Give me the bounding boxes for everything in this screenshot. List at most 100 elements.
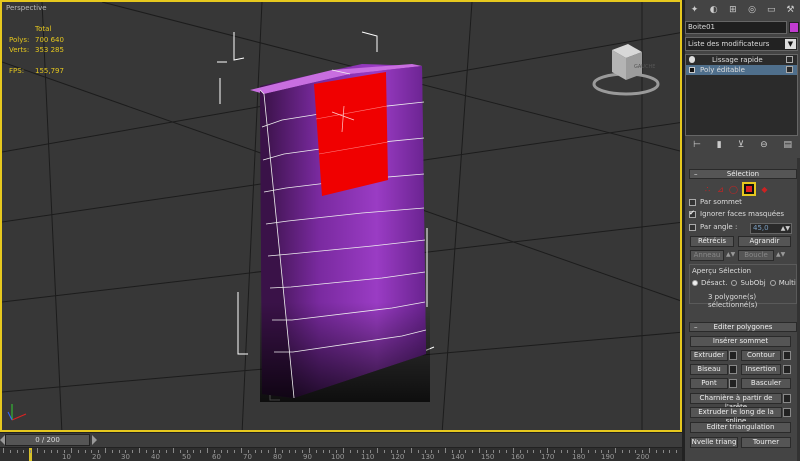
viewport-label[interactable]: Perspective (6, 4, 47, 12)
stats-label: Verts: (9, 46, 30, 54)
extrude-spline-settings-icon[interactable] (783, 408, 791, 417)
ruler-tick (91, 450, 93, 453)
bevel-settings-icon[interactable] (729, 365, 737, 374)
ruler-tick (77, 450, 79, 453)
loop-spinner-icon[interactable]: ▲▼ (776, 251, 785, 258)
ruler-tick (363, 450, 365, 453)
time-slider-bar: 0 / 200 (0, 432, 682, 447)
by-angle-label: Par angle : (700, 223, 738, 231)
preview-multi-label: Multi (778, 279, 796, 287)
ruler-tick (417, 450, 419, 453)
ruler-tick (343, 448, 344, 453)
bridge-button[interactable]: Pont (690, 378, 728, 389)
ring-spinner-icon[interactable]: ▲▼ (726, 251, 735, 258)
ruler-tick (621, 450, 623, 453)
perspective-viewport[interactable]: Perspective Total Polys: 700 640 Verts: 35… (0, 0, 682, 432)
ruler-tick (132, 450, 134, 453)
polygon-level-icon[interactable] (742, 182, 756, 196)
ruler-tick (220, 450, 222, 453)
ruler-tick (581, 448, 582, 453)
edit-triangulation-button[interactable]: Editer triangulation (690, 422, 791, 433)
bridge-settings-icon[interactable] (729, 379, 737, 388)
ruler-tick (383, 450, 385, 453)
ignore-backfacing-label: Ignorer faces masquées (700, 210, 785, 218)
ruler-tick (411, 448, 412, 453)
by-angle-checkbox[interactable] (689, 224, 696, 231)
ruler-tick (254, 450, 256, 453)
selection-preview-title: Aperçu Sélection (692, 267, 752, 275)
ruler-tick (145, 450, 147, 453)
stats-header: Total (35, 25, 52, 33)
ruler-label: 140 (451, 453, 465, 461)
ruler-tick (377, 448, 378, 453)
ruler-tick (669, 450, 671, 453)
insert-vertex-button[interactable]: Insérer sommet (690, 336, 791, 347)
ignore-backfacing-row[interactable]: Ignorer faces masquées (689, 208, 785, 220)
by-angle-row[interactable]: Par angle : (689, 222, 737, 233)
ruler-label: 100 (331, 453, 345, 461)
hinge-settings-icon[interactable] (783, 394, 791, 403)
time-slider[interactable]: 0 / 200 (5, 434, 90, 446)
frame-ruler[interactable]: 10 20 30 40 50 60 70 80 90 100 110 120 1… (0, 447, 682, 461)
ruler-tick (261, 450, 263, 453)
inset-button[interactable]: Insertion (741, 364, 781, 375)
ignore-backfacing-checkbox[interactable] (689, 208, 696, 219)
ruler-tick (152, 450, 154, 453)
stats-label: FPS: (9, 66, 25, 75)
ruler-tick (105, 448, 106, 453)
ruler-tick (506, 450, 508, 453)
preview-multi-radio[interactable]: Multi (769, 279, 796, 287)
preview-subobj-radio[interactable]: SubObj (731, 279, 766, 287)
flip-button[interactable]: Basculer (741, 378, 791, 389)
ruler-tick (635, 450, 637, 453)
ruler-tick (329, 450, 331, 453)
retriangulate-button[interactable]: Nvelle triang (690, 437, 738, 448)
border-level-icon[interactable]: ◯ (729, 185, 738, 194)
selection-rollout-header[interactable]: – Sélection (689, 169, 797, 179)
outline-button[interactable]: Contour (741, 350, 781, 361)
ruler-tick (424, 450, 426, 453)
extrude-button[interactable]: Extruder (690, 350, 728, 361)
ruler-tick (23, 450, 25, 453)
turn-button[interactable]: Tourner (741, 437, 791, 448)
hinge-from-edge-button[interactable]: Charnière à partir de l'arête (690, 393, 782, 411)
outline-settings-icon[interactable] (783, 351, 791, 360)
shrink-button[interactable]: Rétrécis (690, 236, 734, 247)
ruler-tick (57, 450, 59, 453)
purple-box-object (250, 64, 430, 402)
ring-button[interactable]: Anneau (690, 250, 724, 261)
inset-settings-icon[interactable] (783, 365, 791, 374)
by-vertex-checkbox[interactable] (689, 199, 696, 206)
preview-off-radio[interactable]: Désact. (692, 279, 727, 287)
extrude-settings-icon[interactable] (729, 351, 737, 360)
ruler-tick (281, 450, 283, 453)
ruler-tick (159, 450, 161, 453)
ruler-tick (71, 448, 72, 453)
spinner-arrows-icon[interactable]: ▲▼ (781, 224, 790, 233)
ruler-tick (37, 448, 38, 453)
subobject-level-icons: ∴ ⊿ ◯ ◆ (703, 182, 769, 196)
scene-canvas[interactable] (2, 2, 682, 432)
ruler-tick (649, 448, 650, 453)
bevel-button[interactable]: Biseau (690, 364, 728, 375)
ruler-tick (519, 450, 521, 453)
viewport-statistics: Total Polys: 700 640 Verts: 353 285 FPS: 15… (9, 24, 75, 76)
ruler-label: 190 (601, 453, 615, 461)
loop-button[interactable]: Boucle (738, 250, 774, 261)
stats-value: 353 285 (35, 46, 64, 54)
element-level-icon[interactable]: ◆ (760, 185, 769, 194)
viewcube-icon[interactable]: GAUCHE (590, 40, 662, 102)
angle-spinner[interactable]: 45,0 ▲▼ (750, 223, 792, 234)
grow-button[interactable]: Agrandir (738, 236, 791, 247)
ruler-tick (227, 450, 229, 453)
next-frame-icon[interactable] (92, 435, 97, 445)
vertex-level-icon[interactable]: ∴ (703, 185, 712, 194)
ruler-tick (193, 450, 195, 453)
edge-level-icon[interactable]: ⊿ (716, 185, 725, 194)
ruler-tick (275, 448, 276, 453)
ruler-tick (234, 450, 236, 453)
edit-polygons-rollout-header[interactable]: – Editer polygones (689, 322, 797, 332)
by-vertex-row[interactable]: Par sommet (689, 197, 742, 208)
extrude-along-spline-button[interactable]: Extruder le long de la spline (690, 407, 782, 425)
ruler-tick (139, 448, 140, 453)
